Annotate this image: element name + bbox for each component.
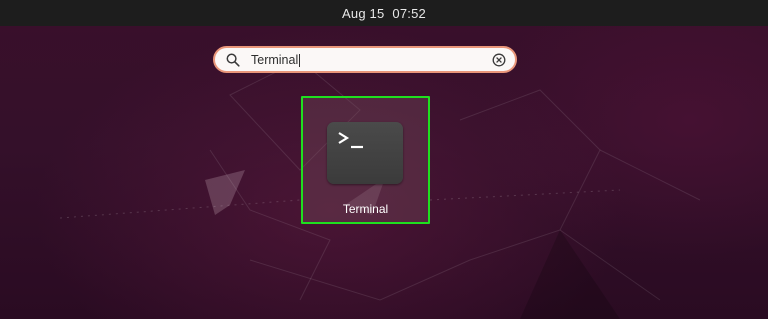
search-query: Terminal	[251, 53, 299, 67]
app-label: Terminal	[342, 202, 389, 216]
clear-icon[interactable]	[492, 53, 506, 67]
desktop: Aug 15 07:52 Terminal Terminal	[0, 0, 768, 319]
terminal-icon	[327, 122, 403, 184]
prompt-glyph	[338, 132, 363, 149]
text-caret	[299, 53, 301, 67]
clock[interactable]: Aug 15 07:52	[342, 6, 426, 21]
search-box[interactable]: Terminal	[213, 46, 517, 73]
clock-date: Aug 15	[342, 5, 385, 21]
clock-time: 07:52	[392, 5, 426, 21]
top-bar: Aug 15 07:52	[0, 0, 768, 26]
search-input[interactable]: Terminal	[251, 51, 301, 69]
search-icon	[226, 53, 240, 67]
app-result-terminal[interactable]: Terminal	[301, 96, 430, 224]
